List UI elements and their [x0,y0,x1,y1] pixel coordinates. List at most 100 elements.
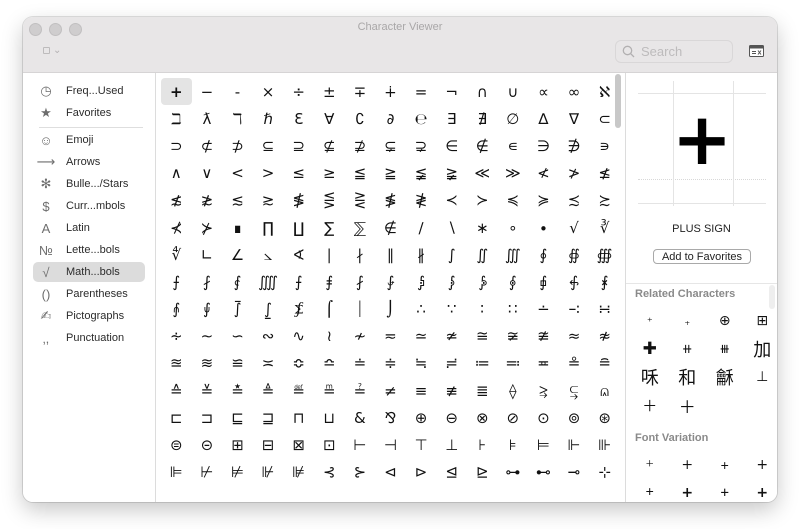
character-cell[interactable]: ≐ [345,350,376,377]
grid-scrollbar[interactable] [615,74,621,128]
character-cell[interactable]: ≃ [406,323,437,350]
character-cell[interactable]: ≟ [345,377,376,404]
character-cell[interactable]: ⊟ [253,431,284,458]
character-cell[interactable]: ⊦ [467,431,498,458]
character-cell[interactable]: ∌ [559,132,590,159]
character-cell[interactable]: ⏐ [345,296,376,323]
character-cell[interactable]: ⊚ [559,404,590,431]
character-cell[interactable]: ≼ [498,187,529,214]
character-cell[interactable]: ∹ [559,296,590,323]
related-character[interactable]: ₊ [669,307,707,335]
character-cell[interactable]: ≣ [467,377,498,404]
character-cell[interactable]: ⊇ [283,132,314,159]
character-cell[interactable]: ⊙ [528,404,559,431]
character-cell[interactable]: ∙ [528,214,559,241]
character-cell[interactable]: ∐ [283,214,314,241]
character-cell[interactable]: ∰ [589,241,620,268]
character-cell[interactable]: ≛ [222,377,253,404]
character-cell[interactable]: + [161,78,192,106]
character-cell[interactable]: ⨒ [406,268,437,295]
character-cell[interactable]: ≗ [559,350,590,377]
view-menu-button[interactable]: ⌄ [43,45,61,56]
character-cell[interactable]: ⊠ [283,431,314,458]
character-cell[interactable]: ≂ [375,323,406,350]
character-cell[interactable]: ∉ [467,132,498,159]
character-cell[interactable]: ≊ [161,350,192,377]
character-cell[interactable]: = [406,78,437,105]
related-character[interactable]: 加 [744,335,778,363]
character-cell[interactable]: ⊓ [283,404,314,431]
character-cell[interactable]: ¬ [436,78,467,105]
character-cell[interactable]: ⨗ [559,268,590,295]
character-cell[interactable]: ∬ [467,241,498,268]
character-cell[interactable]: ∷ [498,296,529,323]
character-cell[interactable]: ≎ [283,350,314,377]
character-cell[interactable]: ⨌ [253,268,284,295]
character-cell[interactable]: ≥ [314,160,345,187]
character-cell[interactable]: ÷ [283,78,314,105]
character-cell[interactable]: ⊩ [559,431,590,458]
character-cell[interactable]: ≅ [467,323,498,350]
related-character[interactable]: 龢 [706,363,744,391]
character-cell[interactable]: ⊞ [222,431,253,458]
character-cell[interactable]: ⊬ [192,459,223,486]
character-cell[interactable]: ∧ [161,160,192,187]
character-cell[interactable]: ⊑ [222,404,253,431]
related-character[interactable]: ⊥ [744,363,778,391]
character-cell[interactable]: ⊸ [559,459,590,486]
character-cell[interactable]: ≄ [436,323,467,350]
character-cell[interactable]: ⅋ [375,404,406,431]
character-cell[interactable]: ≵ [192,187,223,214]
character-cell[interactable]: ∁ [345,105,376,132]
character-cell[interactable]: ⅀ [345,214,376,241]
character-cell[interactable]: ≁ [345,323,376,350]
character-cell[interactable]: ⨚ [192,296,223,323]
character-cell[interactable]: ⋛ [345,187,376,214]
character-cell[interactable]: ≈ [559,323,590,350]
character-cell[interactable]: ∢ [283,241,314,268]
character-cell[interactable]: ∃ [436,105,467,132]
character-cell[interactable]: ≙ [161,377,192,404]
character-cell[interactable]: ∠ [222,241,253,268]
character-cell[interactable]: ∘ [498,214,529,241]
character-cell[interactable]: ⨋ [283,296,314,323]
character-cell[interactable]: ≪ [467,160,498,187]
sidebar-item-latin[interactable]: A Latin [33,218,145,238]
character-cell[interactable]: ⊥ [436,431,467,458]
character-cell[interactable]: ⊅ [222,132,253,159]
character-cell[interactable]: ≝ [283,377,314,404]
font-variation-glyph[interactable]: + [706,479,744,502]
character-cell[interactable]: ƛ [192,105,223,132]
character-cell[interactable]: - [222,78,253,105]
character-cell[interactable]: ⨕ [498,268,529,295]
character-cell[interactable]: ⥸ [528,377,559,404]
font-variation-glyph[interactable]: + [744,451,778,479]
character-cell[interactable]: ≒ [406,350,437,377]
character-cell[interactable]: ≽ [528,187,559,214]
character-cell[interactable]: ⊔ [314,404,345,431]
character-cell[interactable]: ⦣ [253,241,284,268]
search-input[interactable] [639,43,731,60]
character-cell[interactable]: ≤ [283,160,314,187]
character-cell[interactable]: ⊪ [589,431,620,458]
character-cell[interactable]: ∵ [436,296,467,323]
add-to-favorites-button[interactable]: Add to Favorites [653,249,751,264]
character-cell[interactable]: ≚ [192,377,223,404]
character-cell[interactable]: ≓ [436,350,467,377]
character-cell[interactable]: ⊏ [161,404,192,431]
character-cell[interactable]: ⊨ [528,431,559,458]
character-cell[interactable]: ≋ [192,350,223,377]
character-cell[interactable]: ⊗ [467,404,498,431]
character-cell[interactable]: ∿ [283,323,314,350]
character-cell[interactable]: ⨛ [222,296,253,323]
character-cell[interactable]: × [253,78,284,105]
font-variation-glyph[interactable]: + [669,479,707,502]
search-field[interactable] [615,40,733,63]
related-character[interactable]: ✚ [631,335,669,363]
character-cell[interactable]: ⨘ [589,268,620,295]
character-cell[interactable]: ⨜ [253,296,284,323]
character-cell[interactable]: ⊛ [589,404,620,431]
character-cell[interactable]: ∩ [467,78,498,105]
character-cell[interactable]: ∅ [498,105,529,132]
character-cell[interactable]: ℏ [253,105,284,132]
